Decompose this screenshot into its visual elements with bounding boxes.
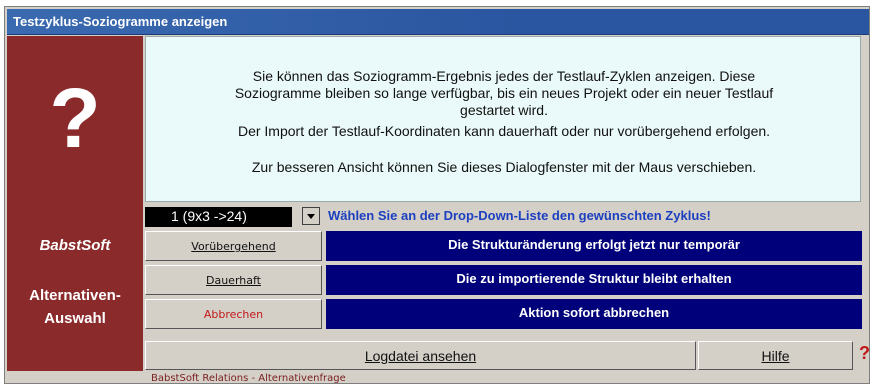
- question-mark-icon: ?: [49, 71, 101, 165]
- info-panel: Sie können das Soziogramm-Ergebnis jedes…: [145, 36, 861, 202]
- info-line-5: Zur besseren Ansicht können Sie dieses D…: [251, 159, 757, 175]
- chevron-down-icon: [307, 214, 315, 219]
- permanent-button[interactable]: Dauerhaft: [145, 265, 322, 295]
- permanent-description: Die zu importierende Struktur bleibt erh…: [326, 265, 862, 295]
- info-line-1: Sie können das Soziogramm-Ergebnis jedes…: [252, 68, 756, 84]
- sidebar-panel: ? BabstSoft Alternativen- Auswahl: [7, 36, 143, 371]
- help-icon[interactable]: ?: [859, 343, 870, 364]
- window-title: Testzyklus-Soziogramme anzeigen: [13, 14, 228, 29]
- view-log-button[interactable]: Logdatei ansehen: [145, 341, 696, 370]
- info-line-4: Der Import der Testlauf-Koordinaten kann…: [237, 123, 771, 139]
- sidebar-caption-line2: Auswahl: [44, 310, 106, 327]
- help-button[interactable]: Hilfe: [698, 341, 853, 370]
- temporary-description: Die Strukturänderung erfolgt jetzt nur t…: [326, 231, 862, 261]
- dropdown-button[interactable]: [302, 207, 320, 225]
- brand-label: BabstSoft: [39, 237, 111, 254]
- status-bar-text: BabstSoft Relations - Alternativenfrage: [151, 373, 346, 384]
- cancel-button[interactable]: Abbrechen: [145, 299, 322, 329]
- sidebar-caption: Alternativen- Auswahl: [7, 284, 143, 330]
- info-line-3: gestartet wird.: [460, 102, 548, 118]
- dropdown-hint: Wählen Sie an der Drop-Down-Liste den ge…: [328, 208, 711, 223]
- title-bar[interactable]: Testzyklus-Soziogramme anzeigen: [7, 9, 869, 35]
- dialog-window: Testzyklus-Soziogramme anzeigen ? BabstS…: [4, 6, 870, 384]
- cancel-description: Aktion sofort abbrechen: [326, 299, 862, 329]
- sidebar-caption-line1: Alternativen-: [29, 287, 121, 304]
- info-line-2: Soziogramme bleiben so lange verfügbar, …: [234, 85, 774, 101]
- cycle-dropdown[interactable]: 1 (9x3 ->24): [145, 207, 292, 227]
- temporary-button[interactable]: Vorübergehend: [145, 231, 322, 261]
